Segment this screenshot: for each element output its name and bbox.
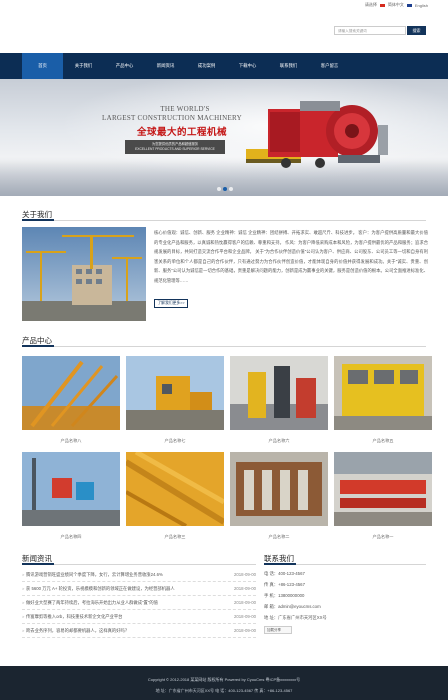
contact-phone: 电 话：400-123-4567	[264, 571, 305, 576]
news-date: 2018-09-00	[234, 600, 256, 605]
news-date: 2018-09-00	[234, 628, 256, 633]
language-cn-link[interactable]: 简体中文	[388, 2, 404, 8]
footer-copyright: Copyright © 2012-2018 某某网站 版权所有 Powered …	[147, 677, 301, 682]
news-item[interactable]: > 传富摩剪等推入orb，科技重技术新企文化产业平台 2018-09-00	[22, 611, 256, 624]
news-date: 2018-09-00	[234, 586, 256, 591]
news-title[interactable]: 跨去业务序列，容易的却都要机器人，这样真的好吗？	[26, 628, 221, 634]
about-more-button[interactable]: 了解我们更多>>	[154, 299, 188, 308]
uk-flag-icon[interactable]	[406, 3, 412, 7]
product-name[interactable]: 产品名称五	[334, 438, 432, 444]
product-name[interactable]: 产品名称四	[22, 534, 120, 540]
bullet-icon: >	[22, 628, 25, 633]
contact-fax: 传 真：+86-123-4567	[264, 582, 305, 587]
product-image	[126, 356, 224, 430]
product-image	[334, 452, 432, 526]
bullet-icon: >	[22, 614, 25, 619]
product-image	[126, 452, 224, 526]
banner-subtitle: 为您提供优质的产品和超值服务 EXCELLENT PRODUCTS AND SU…	[125, 140, 225, 154]
news-item[interactable]: > 跨去业务序列，容易的却都要机器人，这样真的好吗？ 2018-09-00	[22, 625, 256, 638]
bullet-icon: >	[22, 586, 25, 591]
news-date: 2018-09-00	[234, 572, 256, 577]
carousel-dot[interactable]	[217, 187, 221, 191]
nav-item-about[interactable]: 关于我们	[63, 53, 104, 79]
product-name[interactable]: 产品名称一	[334, 534, 432, 540]
share-button[interactable]: 加载分享	[264, 626, 292, 634]
product-image	[22, 452, 120, 526]
nav-item-home[interactable]: 首页	[22, 53, 63, 79]
product-card[interactable]: 产品名称五	[334, 356, 432, 444]
banner-headline-en-1: THE WORLD'S	[160, 105, 210, 113]
product-name[interactable]: 产品名称六	[230, 438, 328, 444]
product-card[interactable]: 产品名称一	[334, 452, 432, 540]
product-name[interactable]: 产品名称二	[230, 534, 328, 540]
news-divider	[22, 564, 256, 565]
product-name[interactable]: 产品名称三	[126, 534, 224, 540]
news-title[interactable]: 获 5600 万元 A+ 轮投资，乐视模模和创新的领域正在做建设，为经营部机器人	[26, 586, 221, 592]
product-card[interactable]: 产品名称二	[230, 452, 328, 540]
nav-item-downloads[interactable]: 下载中心	[227, 53, 268, 79]
language-prompt: 请选择	[364, 2, 377, 7]
carousel-dot-active[interactable]	[223, 187, 227, 191]
banner-subtitle-en: EXCELLENT PRODUCTS AND SUPERIOR SERVICE	[135, 146, 215, 151]
about-description: 核心价值观：诚信、创新、服务 企业精神：诚信 企业精神：团结拼搏、开拓求实、敢超…	[154, 230, 428, 283]
top-bar: 请选择 简体中文 English	[0, 0, 448, 10]
contact-title-underline	[264, 563, 296, 565]
site-footer: Copyright © 2012-2018 某某网站 版权所有 Powered …	[0, 666, 448, 700]
product-name[interactable]: 产品名称七	[126, 438, 224, 444]
news-title-underline	[22, 563, 54, 565]
bullet-icon: >	[22, 600, 25, 605]
footer-address: 地 址：广东省广州市天河区XX号 电 话：400-123-4567 传 真：+8…	[155, 688, 293, 693]
product-image	[230, 452, 328, 526]
about-title-underline	[22, 219, 54, 221]
search-button[interactable]: 搜索	[407, 26, 426, 35]
search-input[interactable]: 请输入搜索关键词	[334, 26, 406, 35]
banner-headline-cn: 全球最大的工程机械	[136, 127, 227, 138]
news-title[interactable]: 做好业大型赛了两年持续后，考拉海乐开始出力从业人群做成"置"的值	[26, 600, 221, 606]
nav-item-contact[interactable]: 联系我们	[268, 53, 309, 79]
product-image	[230, 356, 328, 430]
news-title[interactable]: 腾讯游戏营销旺盛业绩同个季度下降，女行，云计算增业务营收涨24.6%	[26, 572, 221, 578]
nav-item-news[interactable]: 新闻资讯	[145, 53, 186, 79]
news-item[interactable]: > 获 5600 万元 A+ 轮投资，乐视模模和创新的领域正在做建设，为经营部机…	[22, 583, 256, 596]
product-card[interactable]: 产品名称七	[126, 356, 224, 444]
bullet-icon: >	[22, 572, 25, 577]
about-divider	[22, 220, 426, 221]
product-card[interactable]: 产品名称三	[126, 452, 224, 540]
about-construction-image	[22, 227, 146, 321]
news-title[interactable]: 传富摩剪等推入orb，科技重技术新企文化产业平台	[26, 614, 221, 620]
carousel-dot[interactable]	[229, 187, 233, 191]
product-image	[22, 356, 120, 430]
product-card[interactable]: 产品名称八	[22, 356, 120, 444]
contact-address: 地 址：广东省广州市天河区XX号	[264, 615, 327, 620]
news-item[interactable]: > 做好业大型赛了两年持续后，考拉海乐开始出力从业人群做成"置"的值 2018-…	[22, 597, 256, 610]
hero-banner[interactable]: THE WORLD'S LARGEST CONSTRUCTION MACHINE…	[0, 79, 448, 196]
main-nav: 首页 关于我们 产品中心 新闻资讯 成功案例 下载中心 联系我们 客户留言	[0, 53, 448, 79]
news-item[interactable]: > 腾讯游戏营销旺盛业绩同个季度下降，女行，云计算增业务营收涨24.6% 201…	[22, 569, 256, 582]
nav-item-products[interactable]: 产品中心	[104, 53, 145, 79]
carousel-dots	[217, 187, 233, 191]
products-divider	[22, 346, 426, 347]
news-date: 2018-09-00	[234, 614, 256, 619]
contact-email[interactable]: 邮 箱：admin@eyoucms.com	[264, 604, 321, 610]
banner-headline-en-2: LARGEST CONSTRUCTION MACHINERY	[102, 114, 242, 122]
contact-mobile: 手 机：13800000000	[264, 593, 305, 598]
nav-item-messages[interactable]: 客户留言	[309, 53, 350, 79]
product-name[interactable]: 产品名称八	[22, 438, 120, 444]
product-card[interactable]: 产品名称六	[230, 356, 328, 444]
language-switcher: 请选择 简体中文 English	[365, 2, 428, 8]
language-en-link[interactable]: English	[415, 3, 428, 8]
product-card[interactable]: 产品名称四	[22, 452, 120, 540]
products-title-underline	[22, 345, 54, 347]
nav-item-cases[interactable]: 成功案例	[186, 53, 227, 79]
product-image	[334, 356, 432, 430]
china-flag-icon[interactable]	[379, 3, 385, 7]
